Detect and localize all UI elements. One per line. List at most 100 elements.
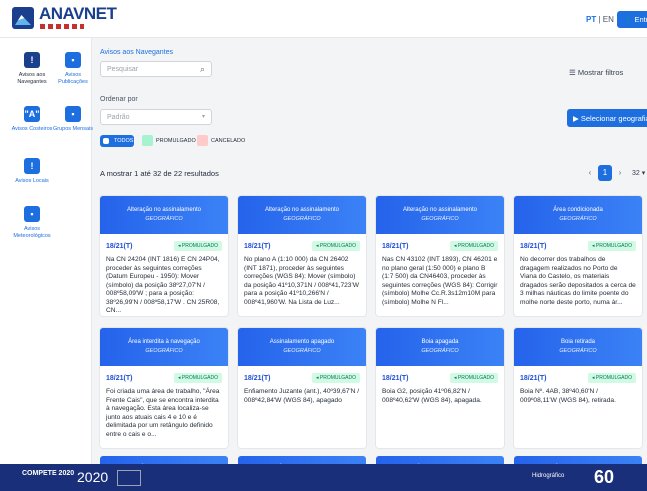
card-header: Alteração no assinalamento GEOGRÁFICO	[238, 196, 366, 234]
logo-flag-stripe	[40, 24, 84, 29]
sidebar-item-label: Avisos Locais	[15, 178, 49, 184]
card-title: Boia apagada	[421, 339, 459, 345]
chip-swatch	[197, 135, 208, 146]
card-title: Área condicionada	[553, 207, 603, 213]
search-input[interactable]: Pesquisar ⌕	[100, 61, 212, 77]
show-filters-button[interactable]: ☰ Mostrar filtros	[569, 68, 623, 77]
chip-label: PROMULGADO	[156, 138, 196, 144]
login-button[interactable]: 👤 Entrar	[617, 11, 647, 28]
footer: COMPETE 2020 2020 Hidrográfico 60	[0, 464, 647, 491]
anniversary-60-logo: 60	[594, 467, 615, 487]
card-subtitle: GEOGRÁFICO	[421, 216, 459, 223]
per-page-select[interactable]: 32 ▾	[632, 169, 645, 177]
card-code: 18/21(T)	[106, 375, 133, 382]
notice-card[interactable]: Área interdita à navegação GEOGRÁFICO 18…	[100, 328, 228, 448]
cloud-icon: ▪	[24, 206, 40, 222]
card-code: 18/21(T)	[382, 375, 409, 382]
chevron-down-icon: ▾	[641, 170, 646, 177]
logo-text[interactable]: ANAVNET	[39, 4, 117, 24]
status-badge-label: PROMULGADO	[181, 375, 218, 381]
sidebar-item-avisos-navegantes[interactable]: ! Avisos aos Navegantes	[9, 52, 55, 85]
status-badge: ◂ PROMULGADO	[587, 373, 636, 383]
chevron-down-icon: ▾	[201, 114, 205, 120]
card-text: No plano A (1:10 000) da CN 26402 (INT 1…	[244, 256, 359, 306]
chip-label: CANCELADO	[211, 138, 246, 144]
filter-chip-cancelado[interactable]: CANCELADO	[197, 135, 250, 147]
lang-en-link[interactable]: EN	[603, 15, 614, 24]
sidebar: ! Avisos aos Navegantes ▪ Avisos Publica…	[0, 38, 93, 464]
prev-page-button[interactable]: ‹	[584, 165, 596, 181]
sidebar-item-avisos-costeiros[interactable]: "A" Avisos Costeiros	[9, 106, 55, 133]
select-geography-label: Selecionar geografia	[580, 114, 647, 123]
card-subtitle: GEOGRÁFICO	[283, 216, 321, 223]
select-geography-button[interactable]: ▶ Selecionar geografia	[567, 109, 647, 127]
language-switch: PT | EN	[586, 15, 614, 24]
notice-card[interactable]: Boia apagada GEOGRÁFICO 18/21(T) ◂ PROMU…	[376, 328, 504, 448]
section-title: Avisos aos Navegantes	[100, 49, 174, 56]
next-page-button[interactable]: ›	[614, 165, 626, 181]
card-subtitle: GEOGRÁFICO	[421, 348, 459, 355]
megaphone-icon: ◂	[177, 375, 181, 381]
status-badge: ◂ PROMULGADO	[173, 373, 222, 383]
megaphone-icon: ◂	[453, 375, 457, 381]
status-badge-label: PROMULGADO	[457, 375, 494, 381]
card-code: 18/21(T)	[106, 243, 133, 250]
card-title: Assinalamento apagado	[269, 339, 335, 345]
sort-select[interactable]: Padrão ▾	[100, 109, 212, 125]
notice-card[interactable]: Assinalamento apagado GEOGRÁFICO 18/21(T…	[238, 328, 366, 448]
quote-icon: "A"	[24, 106, 40, 122]
status-badge: ◂ PROMULGADO	[311, 373, 360, 383]
lang-pt-link[interactable]: PT	[586, 15, 596, 24]
megaphone-icon: ◂	[315, 243, 319, 249]
eu-flag-icon	[117, 470, 141, 486]
filter-chip-promulgado[interactable]: PROMULGADO	[142, 135, 201, 147]
search-icon: ⌕	[199, 64, 205, 74]
sidebar-item-avisos-locais[interactable]: ! Avisos Locais	[9, 158, 55, 185]
card-subtitle: GEOGRÁFICO	[283, 348, 321, 355]
card-code: 18/21(T)	[520, 243, 547, 250]
megaphone-icon: ◂	[315, 375, 319, 381]
anavnet-logo-icon[interactable]	[12, 7, 34, 29]
portugal-2020-logo: 2020	[77, 469, 109, 485]
notice-card[interactable]: Alteração no assinalamento GEOGRÁFICO 18…	[100, 196, 228, 316]
chip-swatch	[142, 135, 153, 146]
status-badge: ◂ PROMULGADO	[449, 373, 498, 383]
sidebar-item-grupos-mensais[interactable]: ▪ Grupos Mensais	[50, 106, 96, 133]
sidebar-item-avisos-meteorologicos[interactable]: ▪ Avisos Meteorológicos	[9, 206, 55, 239]
notice-card[interactable]: Boia retirada GEOGRÁFICO 18/21(T) ◂ PROM…	[514, 328, 642, 448]
sidebar-item-avisos-publicacoes[interactable]: ▪ Avisos Publicações	[50, 52, 96, 85]
notice-card[interactable]: Alteração no assinalamento GEOGRÁFICO 18…	[376, 196, 504, 316]
top-bar: ANAVNET PT | EN 👤 Entrar	[0, 0, 647, 38]
notice-card[interactable]: Área condicionada GEOGRÁFICO 18/21(T) ◂ …	[514, 196, 642, 316]
card-text: Enfiamento Juzante (ant.), 40º39,67'N / …	[244, 388, 360, 404]
card-header: Área condicionada GEOGRÁFICO	[514, 196, 642, 234]
card-title: Área interdita à navegação	[128, 339, 200, 345]
sort-value: Padrão	[107, 114, 130, 121]
card-text: Foi criada uma área de trabalho, "Área F…	[106, 388, 220, 438]
cursor-icon: ▶	[573, 114, 579, 123]
status-badge-label: PROMULGADO	[595, 243, 632, 249]
book-icon: ▪	[65, 52, 81, 68]
filter-chip-todos[interactable]: TODOS	[100, 135, 134, 147]
user-icon: 👤	[623, 15, 633, 24]
sort-label: Ordenar por	[100, 96, 138, 103]
filter-icon: ☰	[569, 68, 576, 77]
status-badge-label: PROMULGADO	[595, 375, 632, 381]
alert-icon: !	[24, 158, 40, 174]
card-subtitle: GEOGRÁFICO	[559, 216, 597, 223]
megaphone-icon: ◂	[591, 243, 595, 249]
card-code: 18/21(T)	[520, 375, 547, 382]
show-filters-label: Mostrar filtros	[577, 68, 624, 77]
alert-icon: !	[24, 52, 40, 68]
notice-card[interactable]: Alteração no assinalamento GEOGRÁFICO 18…	[238, 196, 366, 316]
page-1-button[interactable]: 1	[598, 165, 612, 181]
status-badge-label: PROMULGADO	[319, 243, 356, 249]
status-badge-label: PROMULGADO	[319, 375, 356, 381]
status-badge: ◂ PROMULGADO	[173, 241, 222, 251]
results-count: A mostrar 1 até 32 de 22 resultados	[100, 169, 219, 178]
folder-icon: ▪	[65, 106, 81, 122]
card-text: Na CN 24204 (INT 1816) E CN 24P04, proce…	[106, 256, 220, 312]
chip-swatch	[103, 138, 109, 144]
card-subtitle: GEOGRÁFICO	[559, 348, 597, 355]
card-header: Alteração no assinalamento GEOGRÁFICO	[376, 196, 504, 234]
